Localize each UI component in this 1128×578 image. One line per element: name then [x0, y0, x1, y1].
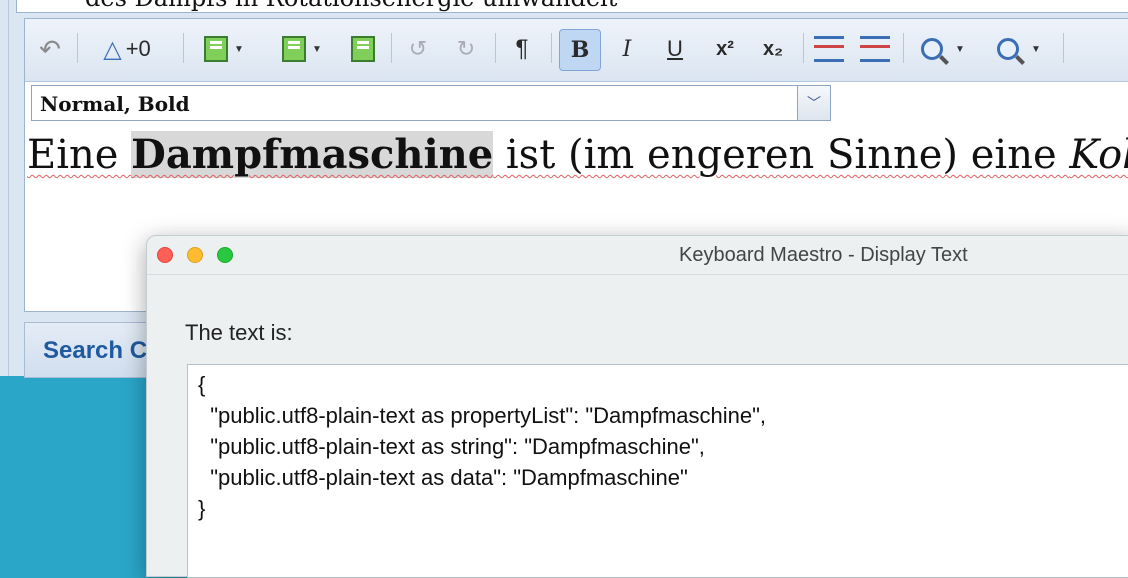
display-text-area[interactable]: { "public.utf8-plain-text as propertyLis… — [187, 364, 1128, 578]
search-label: Search C — [43, 337, 148, 364]
zoom-out-icon — [997, 38, 1020, 60]
toolbar-separator — [803, 33, 804, 63]
save-document-button[interactable] — [347, 31, 379, 67]
import-document-icon — [282, 36, 307, 62]
style-dropdown-button[interactable]: ﹀ — [797, 86, 830, 120]
zoom-icon[interactable] — [217, 247, 233, 263]
chevron-down-icon: ▼ — [312, 43, 322, 55]
paragraph-marks-button[interactable]: ¶ — [505, 31, 539, 67]
triangle-icon: △ — [103, 35, 122, 63]
toolbar-separator — [495, 33, 496, 63]
italic-icon: I — [622, 36, 632, 62]
zoom-in-button[interactable]: ▼ — [913, 31, 973, 67]
chevron-down-icon: ▼ — [955, 43, 965, 55]
line-spacing-icon — [814, 36, 844, 62]
bold-button[interactable]: B — [559, 29, 601, 71]
toolbar-separator — [77, 33, 78, 63]
document-text[interactable]: Eine Dampfmaschine ist (im engeren Sinne… — [27, 131, 1128, 178]
subscript-icon: x₂ — [762, 37, 783, 60]
minimize-icon[interactable] — [187, 247, 203, 263]
undo-button[interactable]: ↺ — [401, 31, 435, 67]
dialog-prompt: The text is: — [185, 320, 293, 345]
insert-document-button[interactable]: ▼ — [193, 31, 255, 67]
paragraph-spacing-button[interactable] — [857, 31, 893, 67]
track-changes-button[interactable]: △ +0 — [87, 31, 167, 67]
undo-history-button[interactable]: ↶ — [33, 31, 67, 67]
paragraph-style-select[interactable]: Normal, Bold ﹀ — [31, 85, 831, 121]
toolbar-separator — [183, 33, 184, 63]
previous-line-text: des Dampfs in Rotationsenergie umwandelt — [85, 0, 617, 12]
italic-button[interactable]: I — [609, 31, 645, 67]
previous-text-area[interactable]: des Dampfs in Rotationsenergie umwandelt — [16, 0, 1128, 13]
bold-icon: B — [570, 37, 590, 63]
display-text-content: { "public.utf8-plain-text as propertyLis… — [198, 372, 767, 521]
chevron-down-icon: ﹀ — [807, 95, 821, 111]
style-value: Normal, Bold — [40, 92, 190, 116]
display-text-dialog: Keyboard Maestro - Display Text The text… — [146, 235, 1128, 578]
text-before: Eine — [27, 132, 132, 178]
undo-icon: ↺ — [408, 36, 428, 61]
text-italic: Kolb — [1069, 132, 1128, 178]
insert-document-icon — [204, 36, 229, 62]
superscript-button[interactable]: x² — [705, 31, 745, 67]
selected-word: Dampfmaschine — [131, 131, 494, 178]
text-middle: ist (im engeren Sinne) eine — [493, 132, 1070, 178]
undo-arrow-icon: ↶ — [39, 33, 61, 64]
redo-icon: ↻ — [456, 36, 476, 61]
zoom-out-button[interactable]: ▼ — [989, 31, 1049, 67]
close-icon[interactable] — [157, 247, 173, 263]
toolbar-separator — [551, 33, 552, 63]
underline-icon: U — [667, 36, 683, 61]
save-document-icon — [351, 36, 375, 62]
line-spacing-button[interactable] — [811, 31, 847, 67]
chevron-down-icon: ▼ — [1031, 43, 1041, 55]
toolbar-separator — [903, 33, 904, 63]
import-document-button[interactable]: ▼ — [271, 31, 333, 67]
toolbar-separator — [1063, 33, 1064, 63]
zoom-in-icon — [921, 38, 944, 60]
change-count: +0 — [125, 36, 151, 61]
underline-button[interactable]: U — [657, 31, 693, 67]
pilcrow-icon: ¶ — [515, 35, 529, 62]
paragraph-spacing-icon — [860, 36, 890, 62]
formatting-toolbar: ↶ △ +0 ▼ ▼ ↺ ↻ ¶ B I U x² x₂ ▼ ▼ — [25, 19, 1128, 82]
subscript-button[interactable]: x₂ — [753, 31, 793, 67]
redo-button[interactable]: ↻ — [449, 31, 483, 67]
superscript-icon: x² — [716, 37, 734, 60]
dialog-title: Keyboard Maestro - Display Text — [679, 244, 968, 266]
toolbar-separator — [391, 33, 392, 63]
dialog-titlebar[interactable]: Keyboard Maestro - Display Text — [147, 236, 1128, 275]
chevron-down-icon: ▼ — [234, 43, 244, 55]
